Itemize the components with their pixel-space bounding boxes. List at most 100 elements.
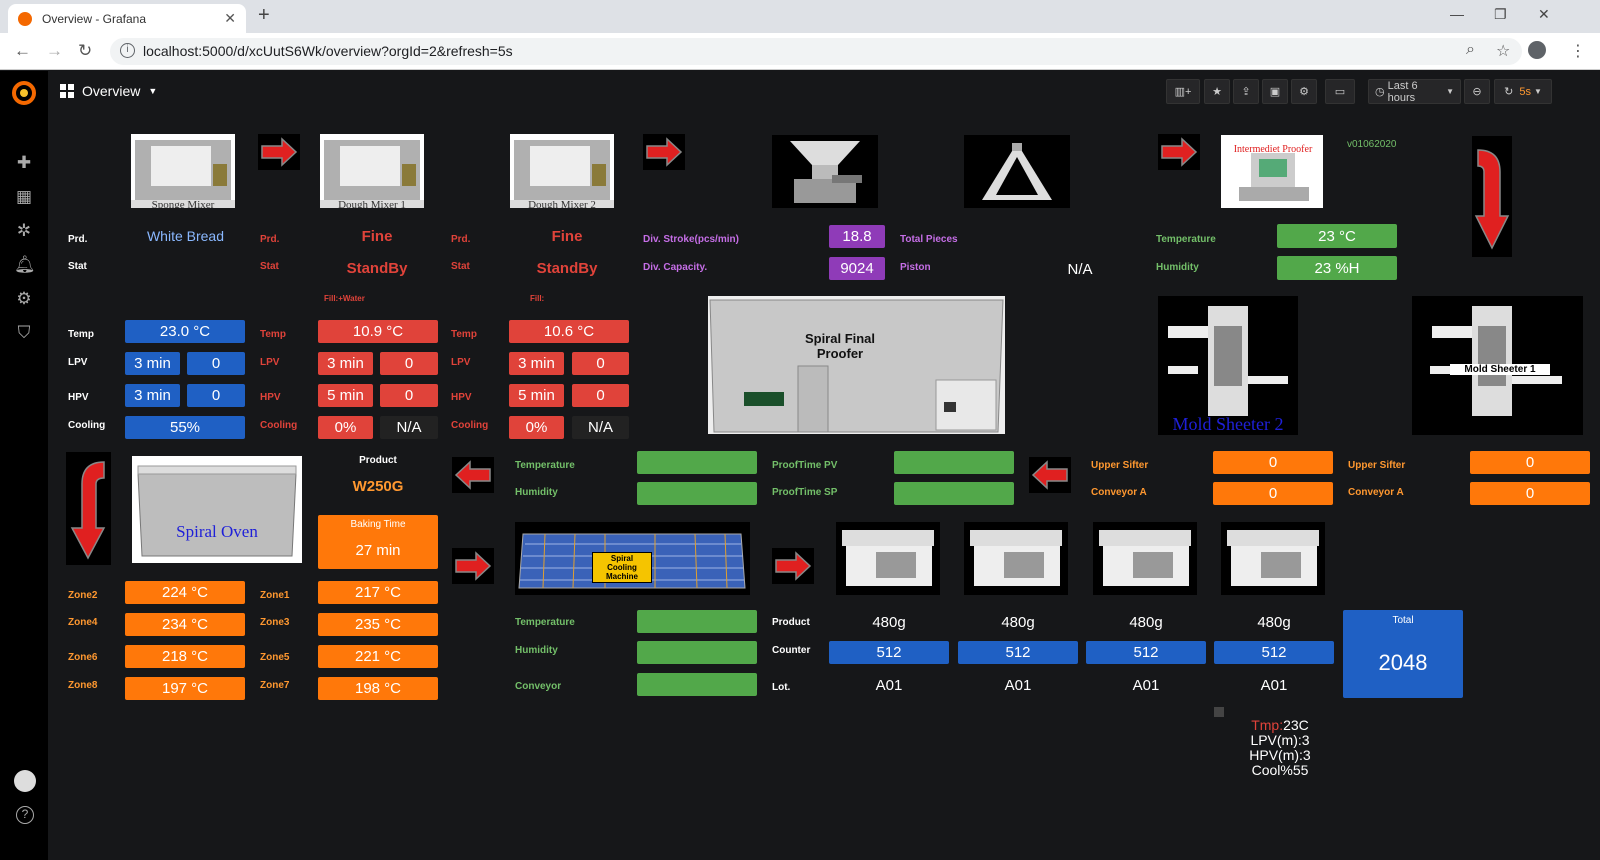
user-avatar-icon[interactable] — [14, 770, 36, 792]
stat-label: Stat — [260, 261, 279, 272]
dashboards-icon[interactable]: ▦ — [14, 187, 34, 207]
bookmark-star-icon[interactable]: ☆ — [1496, 41, 1510, 61]
mixer1-status: StandBy — [346, 260, 408, 277]
arrow-right-icon — [1158, 134, 1200, 170]
alerting-bell-icon[interactable]: 🔔︎ — [14, 255, 36, 275]
packer-product: 480g — [1129, 614, 1163, 631]
time-picker[interactable]: ◷ Last 6 hours ▼ — [1368, 79, 1461, 104]
dashboard-picker[interactable]: Overview ▼ — [60, 83, 157, 99]
oven-product-value: W250G — [352, 478, 404, 495]
forward-icon[interactable]: → — [46, 41, 63, 61]
mixer1-hpv-value: 5 min — [318, 384, 373, 407]
div-stroke-label: Div. Stroke(pcs/min) — [643, 234, 739, 245]
humidity-label: Humidity — [515, 645, 558, 656]
minimize-icon[interactable]: — — [1450, 6, 1464, 22]
restore-icon[interactable]: ❐ — [1494, 6, 1507, 23]
star-icon[interactable]: ★ — [1204, 79, 1230, 104]
dough-mixer-2-image — [510, 134, 614, 208]
lpv-label: LPV — [451, 357, 471, 368]
packer-counter: 512 — [958, 641, 1078, 664]
browser-tab[interactable]: Overview - Grafana ✕ — [8, 4, 246, 33]
zone-value: 217 °C — [318, 581, 438, 604]
prooftime-sp-label: ProofTime SP — [772, 487, 838, 498]
create-icon[interactable]: ✚ — [14, 153, 34, 173]
mixer2-temp-value: 10.6 °C — [509, 320, 629, 343]
spiral-cooling-machine-caption: Spiral Cooling Machine — [592, 552, 652, 583]
share-icon[interactable]: ⇪ — [1233, 79, 1259, 104]
mixer2-lpv-count: 0 — [572, 352, 629, 375]
zone-label: Zone5 — [260, 652, 290, 663]
proofer-humidity-value — [637, 482, 757, 505]
total-value: 2048 — [1378, 650, 1428, 675]
sponge-hpv-count: 0 — [187, 384, 245, 407]
close-tab-icon[interactable]: ✕ — [224, 10, 236, 27]
intermediate-humidity-value: 23 %H — [1277, 256, 1397, 280]
grafana-favicon-icon — [18, 11, 32, 26]
settings-gear-icon[interactable]: ⚙ — [1291, 79, 1317, 104]
caret-down-icon: ▼ — [148, 86, 158, 96]
prooftime-pv-label: ProofTime PV — [772, 460, 838, 471]
url-field[interactable]: i localhost:5000/d/xcUutS6Wk/overview?or… — [110, 38, 1522, 65]
packer-counter: 512 — [1086, 641, 1206, 664]
external-link-icon[interactable] — [1214, 707, 1224, 717]
summary-tmp-value: 23C — [1283, 717, 1309, 733]
mixer1-lpv-count: 0 — [380, 352, 438, 375]
reload-icon[interactable]: ↻ — [78, 41, 92, 61]
zone-label: Zone4 — [68, 617, 98, 628]
cooling-label: Cooling — [260, 420, 298, 431]
baking-time-value: 27 min — [355, 542, 401, 559]
save-icon[interactable]: ▣ — [1262, 79, 1288, 104]
info-icon[interactable]: i — [120, 43, 135, 58]
summary-tmp-key: Tmp: — [1251, 717, 1284, 733]
arrow-right-icon — [452, 548, 494, 584]
rounder-image — [964, 135, 1070, 208]
baking-time-panel: Baking Time 27 min — [318, 515, 438, 569]
tv-mode-icon[interactable]: ▭ — [1325, 79, 1355, 104]
mold-sheeter-1-caption: Mold Sheeter 1 — [1450, 364, 1550, 375]
temp-label: Temp — [260, 329, 286, 340]
mixer1-cooling-status: N/A — [380, 416, 438, 439]
mixer1-lpv-value: 3 min — [318, 352, 373, 375]
mold-sheeter-2-caption: Mold Sheeter 2 — [1172, 414, 1284, 434]
browser-tab-bar: Overview - Grafana ✕ + — ❐ ✕ — [0, 0, 1600, 33]
cooling-label: Cooling — [68, 420, 106, 431]
mixer1-cooling-value: 0% — [318, 416, 373, 439]
conveyor-label: Conveyor — [515, 681, 562, 692]
zone-value: 218 °C — [125, 645, 245, 668]
profile-icon[interactable] — [1528, 41, 1546, 59]
new-tab-icon[interactable]: + — [258, 4, 270, 27]
grafana-sidemenu: ✚ ▦ ✲ 🔔︎ ⚙ ⛉ ? — [0, 71, 48, 860]
sponge-cooling-value: 55% — [125, 416, 245, 439]
explore-icon[interactable]: ✲ — [14, 221, 34, 241]
zone-label: Zone2 — [68, 590, 98, 601]
grafana-logo-icon[interactable] — [11, 80, 37, 106]
packer-lot: A01 — [1004, 677, 1032, 694]
packer-product: 480g — [872, 614, 906, 631]
mixer2-lpv-value: 3 min — [509, 352, 564, 375]
zone-value: 234 °C — [125, 613, 245, 636]
packer-image — [964, 522, 1068, 595]
zone-label: Zone7 — [260, 680, 290, 691]
spiral-final-proofer-image — [708, 296, 1005, 434]
zoom-icon[interactable]: ⌕ — [1466, 41, 1475, 59]
sponge-temp-value: 23.0 °C — [125, 320, 245, 343]
url-text: localhost:5000/d/xcUutS6Wk/overview?orgI… — [143, 43, 513, 59]
div-stroke-value: 18.8 — [829, 225, 885, 248]
back-icon[interactable]: ← — [14, 41, 31, 61]
proofer-temp-value — [637, 451, 757, 474]
mixer2-fill: Fill: — [530, 294, 545, 303]
shield-icon[interactable]: ⛉ — [14, 323, 34, 343]
arrow-left-icon — [452, 457, 494, 493]
help-icon[interactable]: ? — [16, 806, 34, 824]
sponge-mixer-image — [131, 134, 235, 208]
menu-icon[interactable]: ⋮ — [1570, 41, 1586, 61]
refresh-picker[interactable]: ↻ 5s ▼ — [1494, 79, 1552, 104]
temperature-label: Temperature — [1156, 234, 1216, 245]
zoom-out-icon[interactable]: ⊖ — [1464, 79, 1490, 104]
packer-counter: 512 — [1214, 641, 1334, 664]
configuration-gear-icon[interactable]: ⚙ — [14, 289, 34, 309]
total-pieces-label: Total Pieces — [900, 234, 958, 245]
close-window-icon[interactable]: ✕ — [1538, 6, 1550, 23]
zone-label: Zone6 — [68, 652, 98, 663]
add-panel-icon[interactable]: ▥+ — [1166, 79, 1200, 104]
